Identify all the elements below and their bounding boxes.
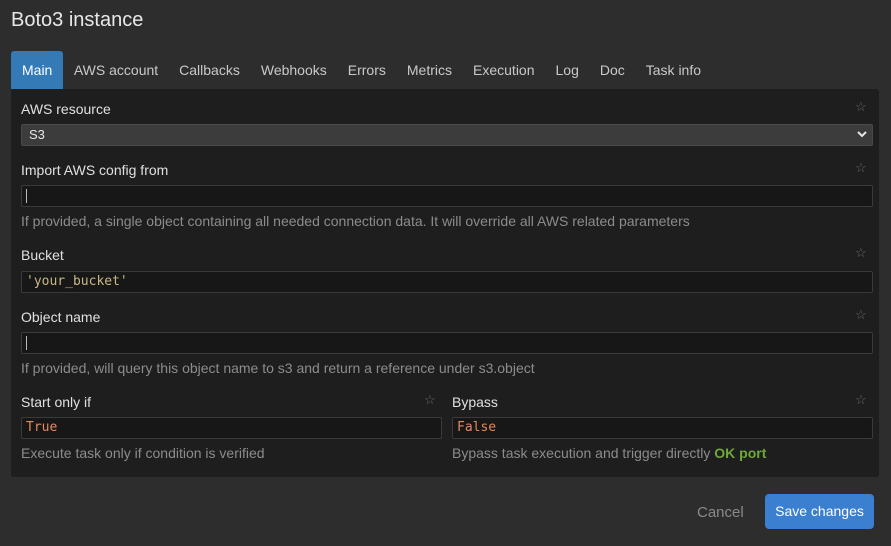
save-button[interactable]: Save changes <box>765 494 874 529</box>
ok-port-label: OK port <box>714 445 767 461</box>
main-panel: AWS resource ☆ S3 Import AWS config from… <box>11 89 879 477</box>
bypass-label: Bypass <box>452 394 498 410</box>
star-icon[interactable]: ☆ <box>424 393 436 407</box>
tab-execution[interactable]: Execution <box>463 51 545 89</box>
star-icon[interactable]: ☆ <box>855 393 867 407</box>
tab-doc[interactable]: Doc <box>589 51 635 89</box>
start-only-if-help: Execute task only if condition is verifi… <box>21 445 265 461</box>
start-only-if-value: True <box>26 420 58 435</box>
object-name-help: If provided, will query this object name… <box>21 360 535 376</box>
modal-title: Boto3 instance <box>11 9 144 31</box>
aws-resource-select[interactable]: S3 <box>21 124 873 146</box>
aws-resource-value: S3 <box>29 127 45 142</box>
star-icon[interactable]: ☆ <box>855 308 867 322</box>
tab-log[interactable]: Log <box>545 51 589 89</box>
object-name-label: Object name <box>21 309 101 325</box>
star-icon[interactable]: ☆ <box>855 100 867 114</box>
star-icon[interactable]: ☆ <box>855 161 867 175</box>
aws-resource-label: AWS resource <box>21 101 111 117</box>
import-config-input[interactable] <box>21 185 873 207</box>
start-only-if-input[interactable]: True <box>21 417 442 439</box>
tab-main[interactable]: Main <box>11 51 64 89</box>
tab-errors[interactable]: Errors <box>337 51 396 89</box>
bucket-label: Bucket <box>21 247 64 263</box>
bucket-input[interactable]: 'your_bucket' <box>21 271 873 293</box>
chevron-down-icon <box>857 131 867 138</box>
tab-aws-account[interactable]: AWS account <box>63 51 168 89</box>
cancel-button[interactable]: Cancel <box>697 504 744 521</box>
import-config-label: Import AWS config from <box>21 162 169 178</box>
star-icon[interactable]: ☆ <box>855 246 867 260</box>
bypass-input[interactable]: False <box>452 417 873 439</box>
start-only-if-label: Start only if <box>21 394 92 410</box>
tab-metrics[interactable]: Metrics <box>396 51 462 89</box>
bucket-value: 'your_bucket' <box>26 274 128 289</box>
text-cursor <box>26 188 27 203</box>
object-name-input[interactable] <box>21 332 873 354</box>
tab-webhooks[interactable]: Webhooks <box>250 51 337 89</box>
tab-task-info[interactable]: Task info <box>635 51 711 89</box>
text-cursor <box>26 335 27 350</box>
tab-bar: Main AWS account Callbacks Webhooks Erro… <box>11 51 712 89</box>
bypass-value: False <box>457 420 497 435</box>
tab-callbacks[interactable]: Callbacks <box>169 51 251 89</box>
import-config-help: If provided, a single object containing … <box>21 213 690 229</box>
bypass-help: Bypass task execution and trigger direct… <box>452 445 767 461</box>
